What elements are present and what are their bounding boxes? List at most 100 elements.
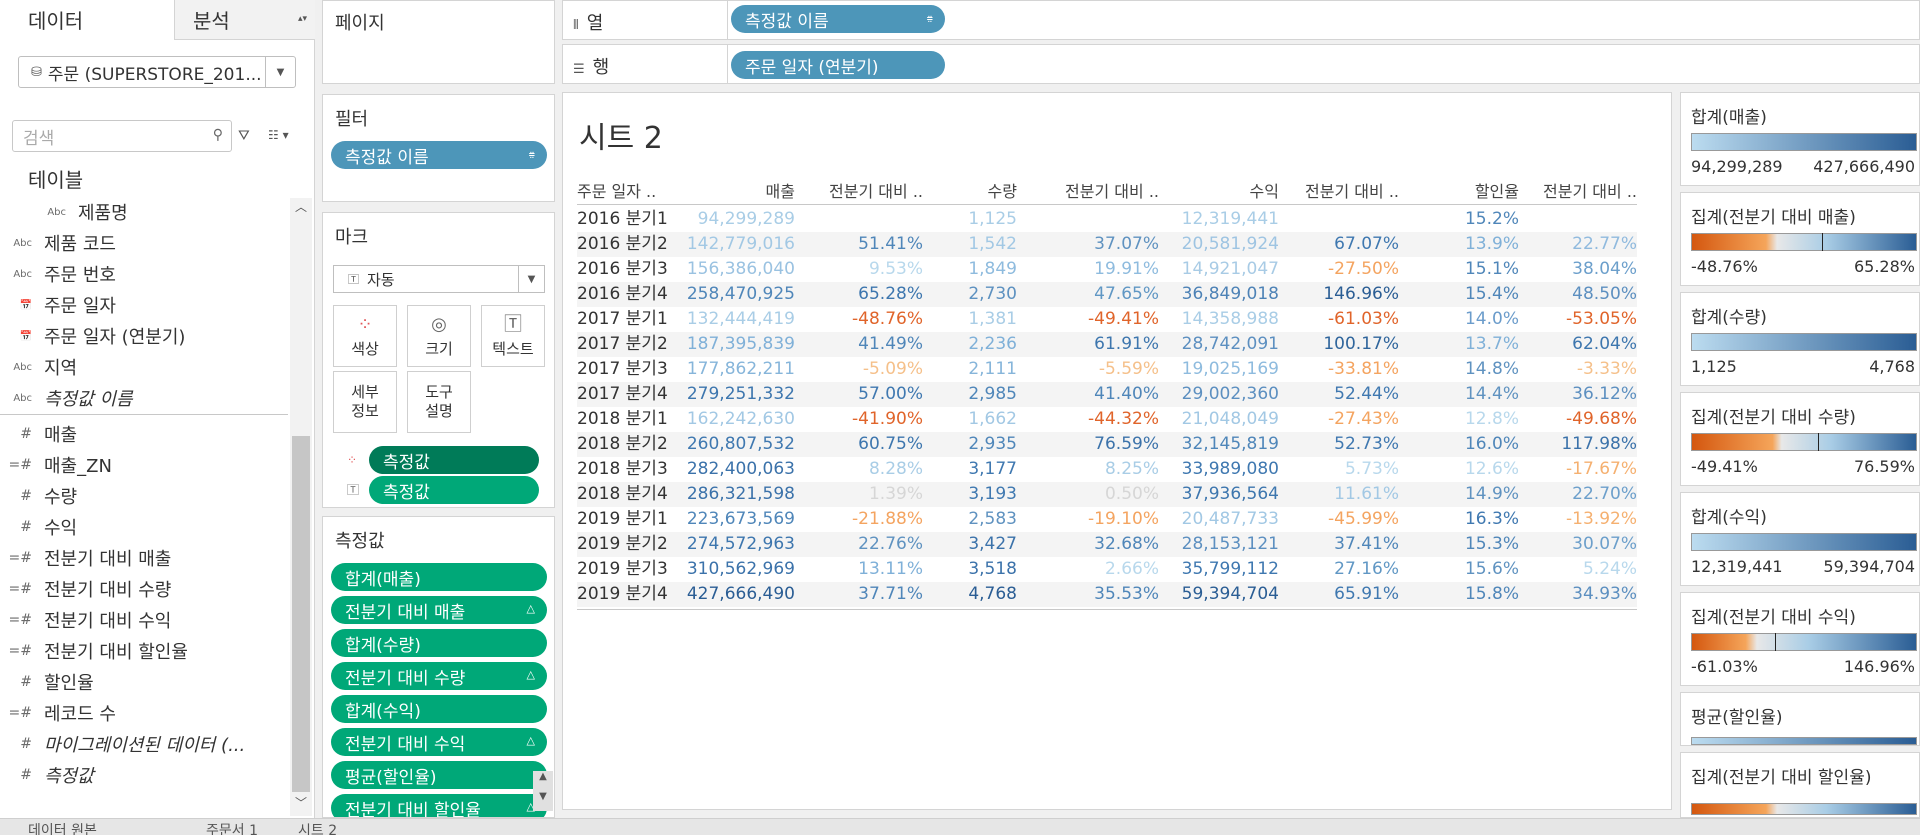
- table-cell[interactable]: -53.05%: [1519, 307, 1637, 332]
- table-cell[interactable]: 3,177: [923, 457, 1017, 482]
- table-cell[interactable]: 2,730: [923, 282, 1017, 307]
- table-cell[interactable]: 14.9%: [1399, 482, 1519, 507]
- field-item[interactable]: Abc 지역: [0, 353, 290, 381]
- table-cell[interactable]: 12.6%: [1399, 457, 1519, 482]
- table-cell[interactable]: 22.77%: [1519, 232, 1637, 257]
- table-cell[interactable]: 38.04%: [1519, 257, 1637, 282]
- table-cell[interactable]: 2,111: [923, 357, 1017, 382]
- table-cell[interactable]: 15.2%: [1399, 207, 1519, 232]
- columns-shelf[interactable]: ⦀ 열 측정값 이름 ⩷: [562, 0, 1920, 40]
- table-cell[interactable]: 37.71%: [795, 582, 923, 607]
- table-cell[interactable]: -49.68%: [1519, 407, 1637, 432]
- tab-sheet-2[interactable]: 시트 2: [298, 819, 337, 835]
- column-header[interactable]: 수익: [1159, 179, 1279, 204]
- table-cell[interactable]: 28,742,091: [1159, 332, 1279, 357]
- measure-item[interactable]: =# 매출_ZN: [0, 451, 290, 479]
- table-cell[interactable]: 14,921,047: [1159, 257, 1279, 282]
- table-cell[interactable]: [1279, 207, 1399, 232]
- measure-item[interactable]: =# 전분기 대비 수익: [0, 606, 290, 634]
- table-cell[interactable]: 15.1%: [1399, 257, 1519, 282]
- row-header[interactable]: 2018 분기2: [577, 432, 677, 457]
- table-cell[interactable]: 274,572,963: [677, 532, 795, 557]
- table-cell[interactable]: 13.9%: [1399, 232, 1519, 257]
- table-cell[interactable]: 177,862,211: [677, 357, 795, 382]
- table-cell[interactable]: -45.99%: [1279, 507, 1399, 532]
- field-item[interactable]: 📅 주문 일자: [0, 291, 290, 319]
- table-cell[interactable]: 1,125: [923, 207, 1017, 232]
- table-cell[interactable]: 14.8%: [1399, 357, 1519, 382]
- search-input[interactable]: 검색 ⚲: [12, 120, 232, 152]
- table-cell[interactable]: -21.88%: [795, 507, 923, 532]
- measure-item[interactable]: # 할인율: [0, 668, 290, 696]
- chevron-down-icon[interactable]: ▼: [265, 57, 295, 87]
- measure-value-pill[interactable]: 전분기 대비 매출 △: [331, 596, 547, 624]
- worksheet[interactable]: 시트 2 주문 일자 .. 매출 전분기 대비 .. 수량 전분기 대비 .. 수익 전분기…: [562, 92, 1672, 810]
- table-cell[interactable]: -13.92%: [1519, 507, 1637, 532]
- table-cell[interactable]: 29,002,360: [1159, 382, 1279, 407]
- table-cell[interactable]: 94,299,289: [677, 207, 795, 232]
- table-cell[interactable]: 1.39%: [795, 482, 923, 507]
- table-cell[interactable]: 19.91%: [1017, 257, 1159, 282]
- table-cell[interactable]: -61.03%: [1279, 307, 1399, 332]
- field-list-scrollbar[interactable]: ︿ ﹀: [290, 198, 312, 816]
- table-cell[interactable]: 187,395,839: [677, 332, 795, 357]
- table-cell[interactable]: 62.04%: [1519, 332, 1637, 357]
- table-cell[interactable]: 117.98%: [1519, 432, 1637, 457]
- table-cell[interactable]: 1,849: [923, 257, 1017, 282]
- table-cell[interactable]: 223,673,569: [677, 507, 795, 532]
- mark-type-select[interactable]: 🅃 자동 ▼: [333, 265, 545, 293]
- table-cell[interactable]: 14,358,988: [1159, 307, 1279, 332]
- text-measure-pill[interactable]: 측정값: [369, 476, 539, 504]
- filter-pill[interactable]: 측정값 이름 ⩷: [331, 141, 547, 169]
- table-cell[interactable]: 2.66%: [1017, 557, 1159, 582]
- table-cell[interactable]: 57.00%: [795, 382, 923, 407]
- color-legend[interactable]: 합계(매출) 94,299,289 427,666,490: [1680, 92, 1920, 186]
- row-header[interactable]: 2019 분기2: [577, 532, 677, 557]
- tab-datasource[interactable]: 데이터 원본: [28, 819, 97, 835]
- size-button[interactable]: ◎ 크기: [407, 305, 471, 367]
- table-cell[interactable]: 3,193: [923, 482, 1017, 507]
- table-cell[interactable]: 15.8%: [1399, 582, 1519, 607]
- table-cell[interactable]: 52.44%: [1279, 382, 1399, 407]
- row-header[interactable]: 2018 분기3: [577, 457, 677, 482]
- column-header[interactable]: 전분기 대비 ..: [1519, 179, 1637, 204]
- row-header[interactable]: 2018 분기1: [577, 407, 677, 432]
- text-button[interactable]: 🅃 텍스트: [481, 305, 545, 367]
- table-cell[interactable]: 132,444,419: [677, 307, 795, 332]
- table-cell[interactable]: 65.28%: [795, 282, 923, 307]
- table-cell[interactable]: 37,936,564: [1159, 482, 1279, 507]
- column-header[interactable]: 전분기 대비 ..: [1279, 179, 1399, 204]
- table-cell[interactable]: 21,048,049: [1159, 407, 1279, 432]
- columns-pill[interactable]: 측정값 이름 ⩷: [731, 5, 945, 33]
- row-header[interactable]: 2019 분기3: [577, 557, 677, 582]
- color-button[interactable]: ⁘ 색상: [333, 305, 397, 367]
- table-cell[interactable]: 162,242,630: [677, 407, 795, 432]
- table-cell[interactable]: -5.59%: [1017, 357, 1159, 382]
- table-cell[interactable]: 14.0%: [1399, 307, 1519, 332]
- measure-item[interactable]: # 수량: [0, 482, 290, 510]
- table-cell[interactable]: 1,662: [923, 407, 1017, 432]
- row-header[interactable]: 2017 분기2: [577, 332, 677, 357]
- table-cell[interactable]: 76.59%: [1017, 432, 1159, 457]
- datasource-select[interactable]: ⛁ 주문 (SUPERSTORE_201... ▼: [18, 56, 296, 88]
- table-cell[interactable]: 146.96%: [1279, 282, 1399, 307]
- measure-value-pill[interactable]: 합계(수량): [331, 629, 547, 657]
- color-legend[interactable]: 집계(전분기 대비 수익) -61.03% 146.96%: [1680, 592, 1920, 686]
- table-cell[interactable]: 47.65%: [1017, 282, 1159, 307]
- table-cell[interactable]: 427,666,490: [677, 582, 795, 607]
- table-cell[interactable]: 100.17%: [1279, 332, 1399, 357]
- table-cell[interactable]: 59,394,704: [1159, 582, 1279, 607]
- table-cell[interactable]: 15.3%: [1399, 532, 1519, 557]
- column-header[interactable]: 전분기 대비 ..: [795, 179, 923, 204]
- table-cell[interactable]: 2,236: [923, 332, 1017, 357]
- table-cell[interactable]: 5.24%: [1519, 557, 1637, 582]
- table-cell[interactable]: 2,985: [923, 382, 1017, 407]
- table-cell[interactable]: 36,849,018: [1159, 282, 1279, 307]
- color-legend[interactable]: 집계(전분기 대비 할인율): [1680, 752, 1920, 818]
- table-cell[interactable]: 67.07%: [1279, 232, 1399, 257]
- row-header[interactable]: 2016 분기2: [577, 232, 677, 257]
- measure-value-pill[interactable]: 전분기 대비 수익 △: [331, 728, 547, 756]
- table-cell[interactable]: 20,487,733: [1159, 507, 1279, 532]
- table-cell[interactable]: 3,427: [923, 532, 1017, 557]
- tooltip-button[interactable]: 도구 설명: [407, 371, 471, 433]
